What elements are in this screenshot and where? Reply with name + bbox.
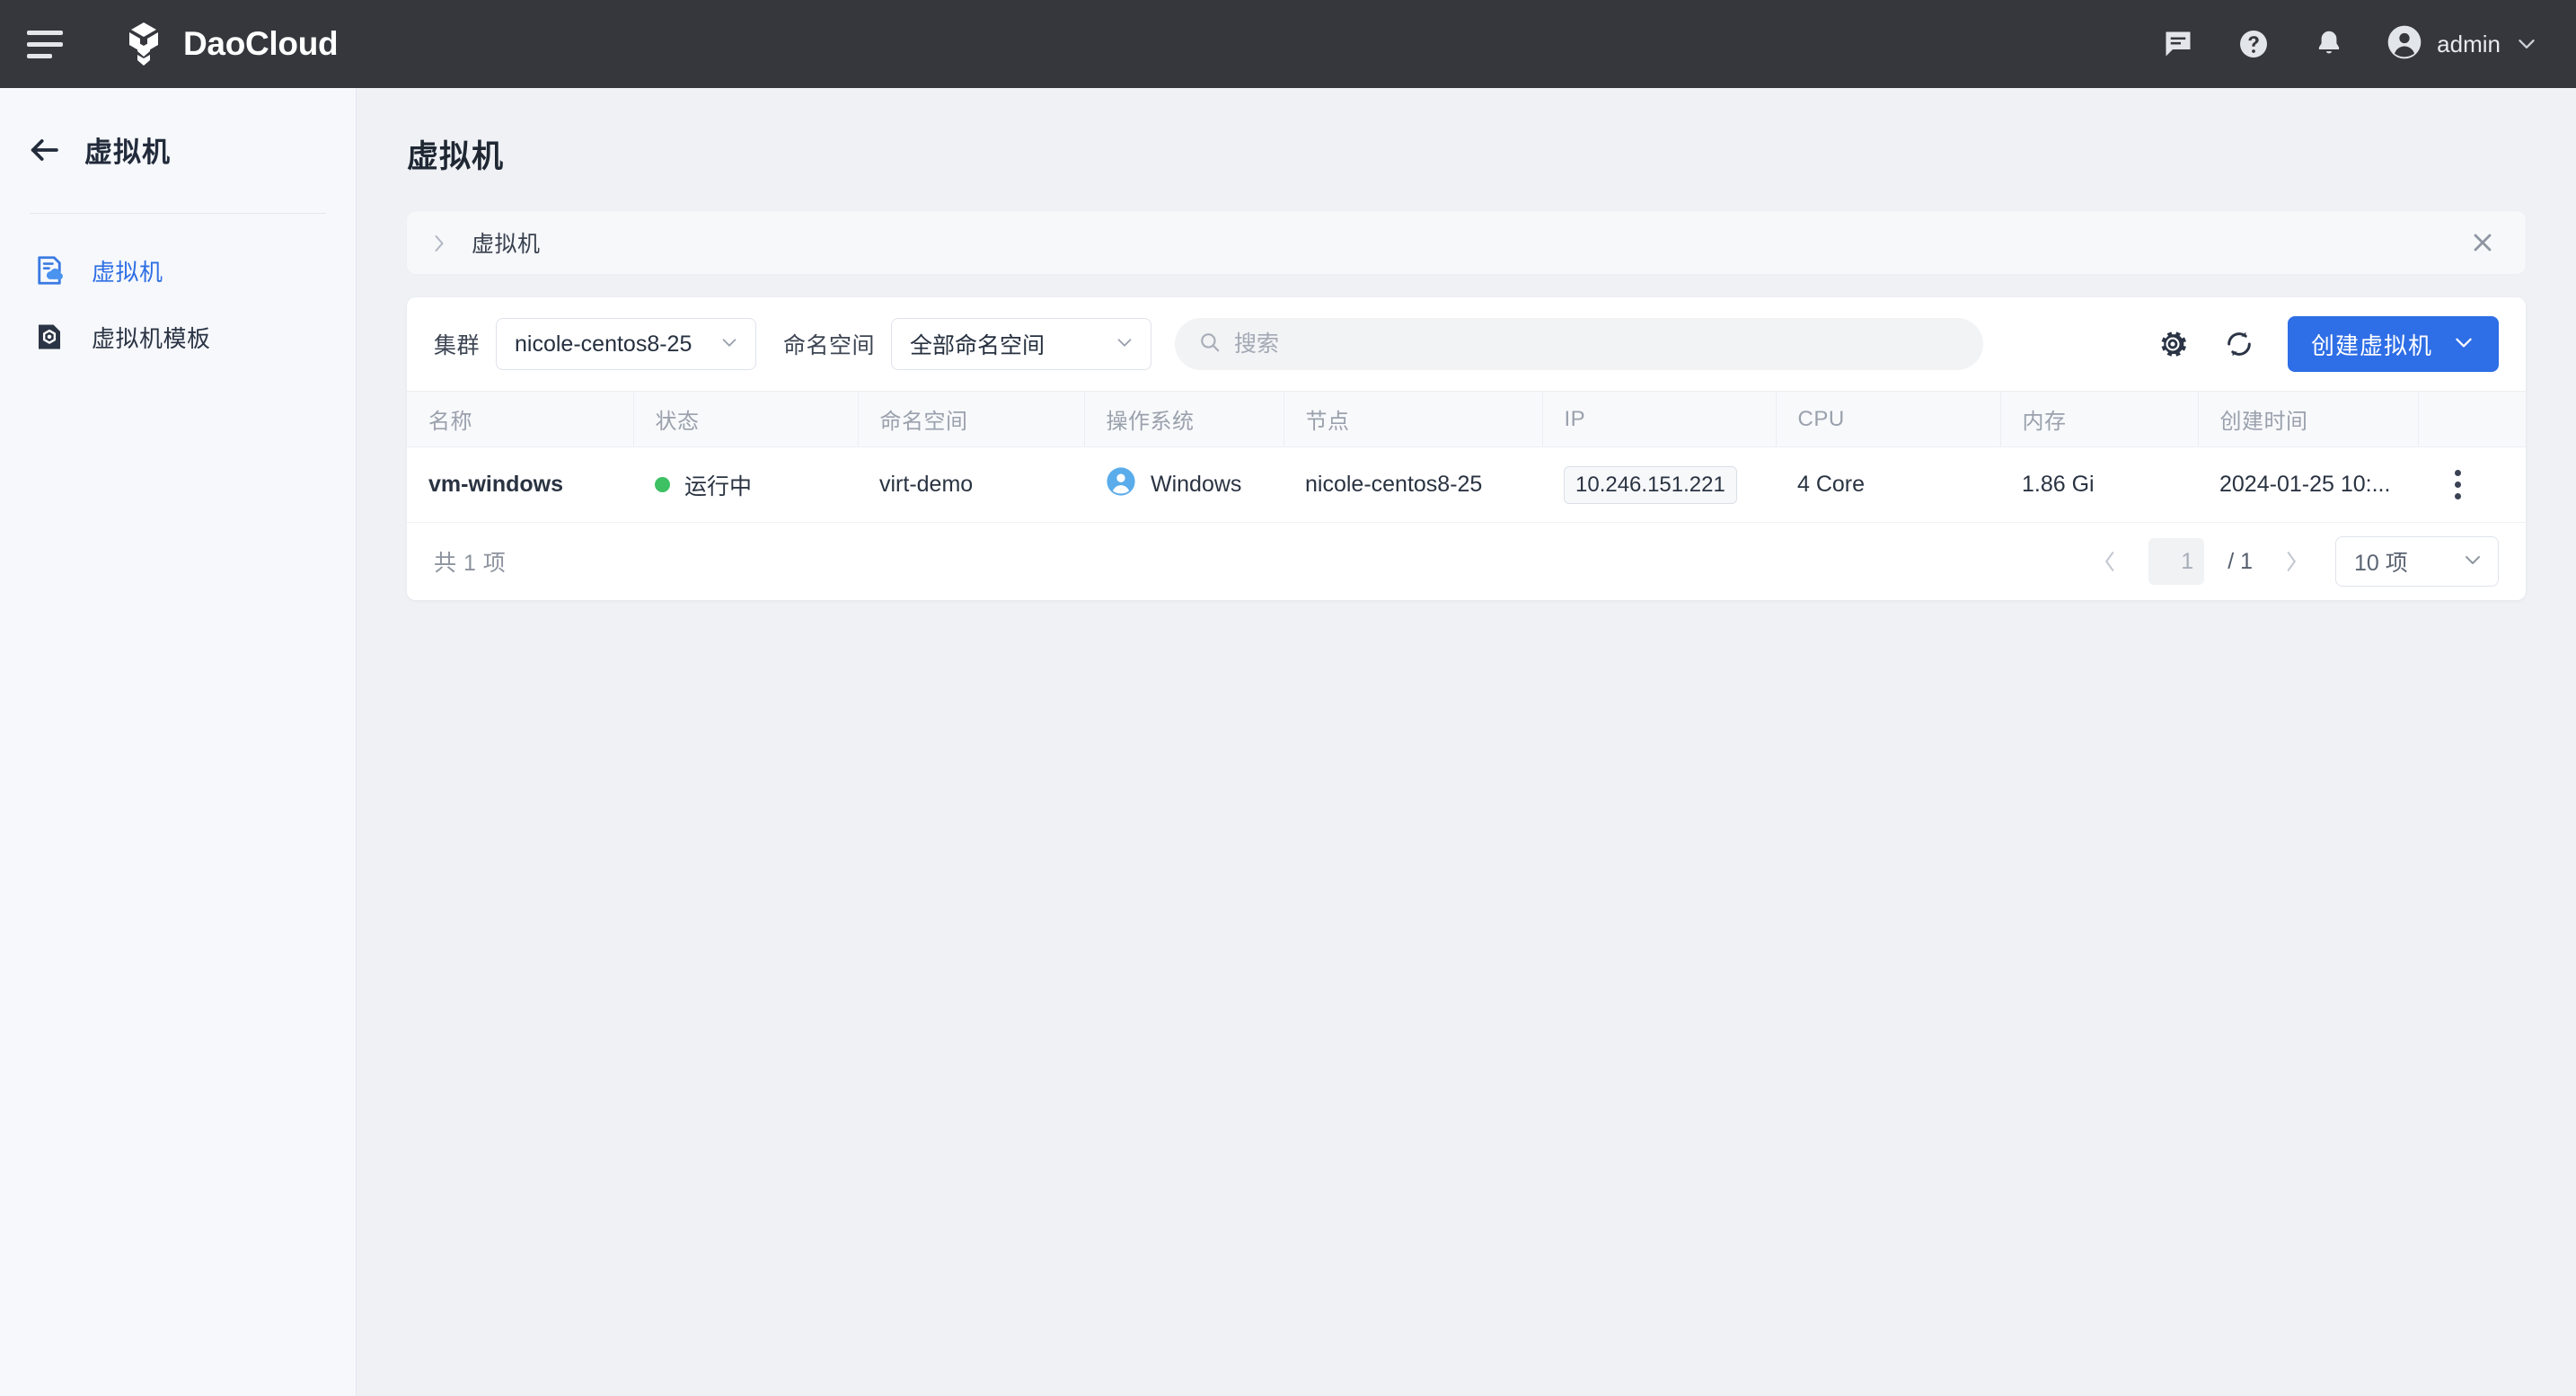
vm-table: 名称 状态 命名空间 操作系统 节点 IP CPU 内存 创建时间 vm-win… [407,391,2526,523]
pagination-controls: 1 / 1 10 项 [2095,536,2499,587]
breadcrumb: 虚拟机 [407,211,2526,274]
sidebar-title: 虚拟机 [84,137,171,168]
chevron-down-icon [2515,32,2538,56]
vm-template-icon [32,320,66,354]
table-toolbar: 集群 nicole-centos8-25 命名空间 全部命名空间 搜索 创建虚拟… [407,297,2526,391]
search-icon [1198,331,1222,358]
vm-list-panel: 集群 nicole-centos8-25 命名空间 全部命名空间 搜索 创建虚拟… [407,297,2526,600]
column-header-created[interactable]: 创建时间 [2198,391,2419,447]
cell-memory: 1.86 Gi [2000,446,2198,523]
cell-cpu: 4 Core [1776,446,2000,523]
cell-actions [2418,446,2526,523]
page-number-input[interactable]: 1 [2148,538,2205,585]
column-header-namespace[interactable]: 命名空间 [858,391,1085,447]
sidebar-item-label: 虚拟机模板 [92,324,211,352]
chevron-down-icon [700,332,739,357]
help-icon[interactable] [2236,26,2272,62]
cluster-select[interactable]: nicole-centos8-25 [496,318,757,370]
sidebar-back-link[interactable]: 虚拟机 [0,88,356,170]
cell-os: Windows [1084,446,1284,523]
search-input[interactable] [1234,331,1961,358]
kebab-menu-icon[interactable] [2439,470,2475,499]
os-label: Windows [1151,472,1242,497]
column-header-ip[interactable]: IP [1542,391,1777,447]
daocloud-cube-icon [120,21,167,67]
toolbar-actions: 创建虚拟机 [2128,316,2499,372]
message-icon[interactable] [2160,26,2196,62]
chevron-left-icon[interactable] [2095,546,2125,577]
page-total-label: / 1 [2228,548,2253,574]
chevron-right-icon[interactable] [2276,546,2307,577]
cluster-filter-label: 集群 [434,333,481,358]
user-name: admin [2437,30,2501,57]
chevron-down-icon [2452,331,2475,358]
column-header-node[interactable]: 节点 [1284,391,1543,447]
cell-node: nicole-centos8-25 [1284,446,1542,523]
cell-created-at: 2024-01-25 10:... [2198,446,2418,523]
pagination: 共 1 项 1 / 1 10 项 [407,523,2526,600]
bell-icon[interactable] [2311,26,2347,62]
cell-ip: 10.246.151.221 [1542,446,1776,523]
cell-status: 运行中 [633,446,858,523]
avatar [2386,24,2422,65]
chevron-down-icon [1095,332,1134,357]
cell-namespace: virt-demo [858,446,1084,523]
column-header-os[interactable]: 操作系统 [1084,391,1284,447]
page-size-select[interactable]: 10 项 [2335,536,2499,587]
column-header-name[interactable]: 名称 [407,391,634,447]
column-header-status[interactable]: 状态 [633,391,859,447]
sidebar: 虚拟机 虚拟机 虚拟机模板 [0,88,357,1396]
page-size-value: 10 项 [2354,551,2408,576]
sidebar-menu: 虚拟机 虚拟机模板 [0,214,356,370]
search-box[interactable] [1175,318,1984,370]
namespace-select-value: 全部命名空间 [910,333,1045,358]
page-title: 虚拟机 [407,139,505,174]
sidebar-item-vm[interactable]: 虚拟机 [0,237,356,304]
header-actions: admin [2160,24,2538,65]
brand-logo-link[interactable]: DaoCloud [120,21,339,67]
namespace-filter-label: 命名空间 [783,333,876,358]
chevron-down-icon [2462,549,2483,575]
namespace-select[interactable]: 全部命名空间 [891,318,1152,370]
table-row[interactable]: vm-windows 运行中 virt-demo Windows nicole-… [407,446,2526,523]
create-vm-button[interactable]: 创建虚拟机 [2287,316,2499,372]
create-vm-label: 创建虚拟机 [2310,331,2432,359]
total-count-label: 共 1 项 [434,551,507,576]
chevron-right-icon[interactable] [430,234,448,252]
user-menu[interactable]: admin [2386,24,2538,65]
cell-name[interactable]: vm-windows [407,446,633,523]
column-header-actions [2418,391,2526,447]
status-badge [655,477,670,492]
cluster-select-value: nicole-centos8-25 [515,331,693,357]
windows-user-icon [1106,466,1136,503]
column-header-memory[interactable]: 内存 [2000,391,2199,447]
close-icon[interactable] [2468,228,2497,257]
brand-name: DaoCloud [183,25,339,62]
gear-icon[interactable] [2155,326,2191,362]
main-content: 虚拟机 虚拟机 集群 nicole-centos8-25 命名空间 全部命名空间… [357,88,2576,1396]
status-label: 运行中 [684,473,753,499]
column-header-cpu[interactable]: CPU [1776,391,2001,447]
refresh-icon[interactable] [2221,326,2257,362]
sidebar-item-vm-template[interactable]: 虚拟机模板 [0,304,356,370]
back-arrow-icon [27,135,61,165]
table-header-row: 名称 状态 命名空间 操作系统 节点 IP CPU 内存 创建时间 [407,391,2526,447]
breadcrumb-label[interactable]: 虚拟机 [472,226,541,259]
hamburger-icon[interactable] [27,29,66,59]
vm-icon [32,253,66,287]
ip-pill[interactable]: 10.246.151.221 [1564,465,1737,504]
sidebar-item-label: 虚拟机 [92,258,163,286]
table-body: vm-windows 运行中 virt-demo Windows nicole-… [407,446,2526,523]
top-header: DaoCloud admin [0,0,2576,88]
